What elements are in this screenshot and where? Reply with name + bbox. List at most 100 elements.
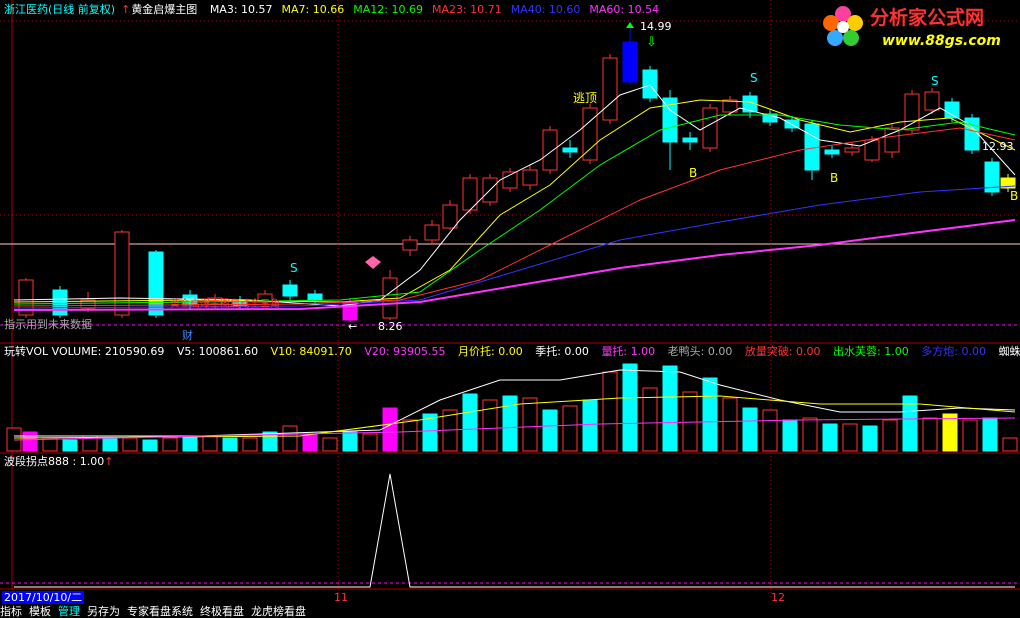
lotus-signal: 出水芙蓉: 1.00 bbox=[833, 345, 909, 358]
volume-bar bbox=[182, 435, 198, 452]
volume-bar bbox=[162, 437, 178, 452]
volume-bar bbox=[842, 423, 858, 452]
v10-value: V10: 84091.70 bbox=[270, 345, 352, 358]
candle-body bbox=[307, 293, 323, 301]
tab-template[interactable]: 模板 bbox=[29, 605, 51, 618]
chart-canvas[interactable] bbox=[0, 0, 1020, 618]
volume-bar bbox=[782, 419, 798, 452]
volume-panel-header: 玩转VOL VOLUME: 210590.69 V5: 100861.60 V1… bbox=[4, 345, 1020, 359]
ma3-value: MA3: 10.57 bbox=[209, 3, 273, 16]
candle-body bbox=[622, 41, 638, 83]
cai-label: 财 bbox=[182, 329, 193, 342]
future-data-hint: 指示用到未来数据 bbox=[4, 318, 92, 331]
logo-url: www.88gs.com bbox=[882, 33, 1001, 49]
duck-head: 老鸭头: 0.00 bbox=[667, 345, 733, 358]
flower-logo-icon bbox=[823, 6, 863, 46]
candle-body bbox=[402, 239, 418, 251]
volume-bar bbox=[502, 395, 518, 452]
volume-bar bbox=[322, 437, 338, 452]
candle-body bbox=[52, 289, 68, 316]
low-arrow: ← bbox=[348, 320, 358, 333]
sell-marker-3: S bbox=[931, 74, 939, 88]
volume-support: 量托: 1.00 bbox=[601, 345, 656, 358]
month-11-label: 11 bbox=[334, 591, 348, 604]
escape-top-label: 逃顶 bbox=[573, 91, 598, 105]
wave-up-arrow: ↑ bbox=[104, 455, 114, 468]
ma3-line bbox=[13, 84, 1016, 307]
volume-bar bbox=[722, 397, 738, 452]
volume-bar bbox=[102, 437, 118, 452]
candle-body bbox=[502, 171, 518, 189]
volume-bar bbox=[882, 419, 898, 452]
volume-bar bbox=[962, 419, 978, 452]
volume-breakout: 放量突破: 0.00 bbox=[744, 345, 821, 358]
down-arrow-icon: ⇩ bbox=[646, 35, 657, 50]
buy-marker-1: B bbox=[689, 166, 698, 180]
formula-name[interactable]: 黄金启爆主图 bbox=[131, 3, 197, 16]
volume-bar bbox=[342, 431, 358, 452]
wave-title[interactable]: 波段拐点888 : 1.00 bbox=[4, 455, 104, 468]
top-arrow-icon bbox=[626, 22, 634, 28]
volume-bar bbox=[522, 397, 538, 452]
candle-body bbox=[424, 224, 440, 241]
candle-body bbox=[282, 284, 298, 297]
candle-body bbox=[542, 129, 558, 171]
tab-expert-system[interactable]: 专家看盘系统 bbox=[127, 605, 193, 618]
volume-bar bbox=[22, 431, 38, 452]
volume-bar bbox=[462, 393, 478, 452]
volume-bar bbox=[822, 423, 838, 452]
volume-bar bbox=[242, 437, 258, 452]
candle-body bbox=[844, 147, 860, 153]
diamond-icon bbox=[365, 256, 381, 269]
candle-body bbox=[148, 251, 164, 316]
volume-bar bbox=[122, 437, 138, 452]
volume-bar bbox=[802, 417, 818, 452]
tab-manage[interactable]: 管理 bbox=[58, 605, 80, 618]
candle-body bbox=[522, 169, 538, 186]
volume-bar bbox=[562, 405, 578, 452]
volume-bar bbox=[762, 409, 778, 452]
volume-bar bbox=[982, 417, 998, 452]
tab-indicator[interactable]: 指标 bbox=[0, 605, 22, 618]
volume-bar bbox=[622, 363, 638, 452]
tab-dragon-tiger[interactable]: 龙虎榜看盘 bbox=[251, 605, 306, 618]
volume-title[interactable]: 玩转VOL VOLUME: 210590.69 bbox=[4, 345, 164, 358]
candle-body bbox=[904, 93, 920, 131]
sell-marker-2: S bbox=[750, 71, 758, 85]
volume-bar bbox=[662, 365, 678, 452]
right-price-label: 12.93 bbox=[982, 140, 1014, 153]
tab-ultimate-view[interactable]: 终极看盘 bbox=[200, 605, 244, 618]
volume-bar bbox=[382, 407, 398, 452]
month-12-label: 12 bbox=[771, 591, 785, 604]
volume-bar bbox=[942, 413, 958, 452]
volume-bar bbox=[222, 437, 238, 452]
candle-body bbox=[642, 69, 658, 99]
buy-marker-2: B bbox=[830, 171, 839, 185]
high-price-label: 14.99 bbox=[640, 20, 672, 33]
candle-body bbox=[924, 91, 940, 111]
candle-body bbox=[602, 57, 618, 121]
volume-bar bbox=[302, 433, 318, 452]
bull-cannon: 多方炮: 0.00 bbox=[921, 345, 986, 358]
ma40-value: MA40: 10.60 bbox=[510, 3, 581, 16]
tab-save-as[interactable]: 另存为 bbox=[87, 605, 120, 618]
date-cursor-label: 2017/10/10/二 bbox=[2, 591, 85, 604]
sell-marker-1: S bbox=[290, 261, 298, 275]
stock-title[interactable]: 浙江医药(日线 前复权) bbox=[4, 3, 115, 16]
ma40-line bbox=[13, 185, 1016, 309]
ma7-value: MA7: 10.66 bbox=[281, 3, 345, 16]
volume-bar bbox=[602, 371, 618, 452]
volume-bar bbox=[582, 399, 598, 452]
wave-panel-header: 波段拐点888 : 1.00↑ bbox=[4, 455, 122, 469]
volume-bar bbox=[542, 409, 558, 452]
low-price-label: 8.26 bbox=[378, 320, 403, 333]
bottom-tab-bar: 指标 模板 管理 另存为 专家看盘系统 终极看盘 龙虎榜看盘 bbox=[0, 605, 1020, 618]
ma23-value: MA23: 10.71 bbox=[431, 3, 502, 16]
buy-marker-3: B bbox=[1010, 189, 1019, 203]
candle-body bbox=[824, 149, 840, 155]
volume-bar bbox=[1002, 437, 1018, 452]
wave-line bbox=[14, 473, 1015, 588]
candle-body bbox=[682, 137, 698, 143]
ma12-value: MA12: 10.69 bbox=[353, 3, 423, 16]
candle-body bbox=[702, 107, 718, 149]
